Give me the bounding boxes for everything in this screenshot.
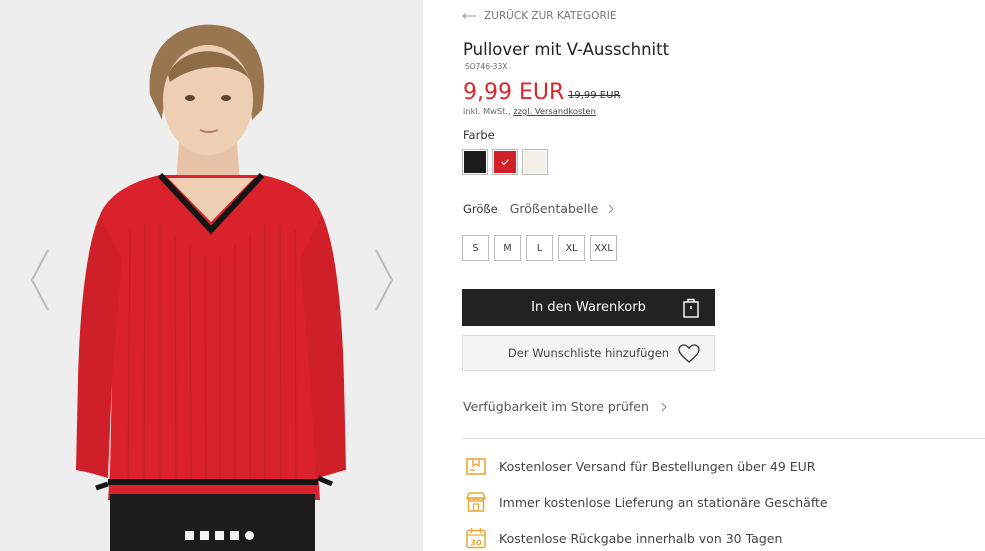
benefit-text: Kostenlose Rückgabe innerhalb von 30 Tag… [499, 530, 783, 546]
benefit-free-shipping: Kostenloser Versand für Bestellungen übe… [465, 455, 816, 477]
product-sku: SO746-33X [465, 62, 508, 71]
current-price: 9,99 EUR [463, 80, 565, 105]
add-to-cart-label: In den Warenkorb [531, 300, 646, 315]
heart-icon [678, 344, 700, 363]
size-option-xl[interactable]: XL [558, 235, 585, 261]
shipping-box-icon [466, 458, 486, 475]
chevron-right-icon [661, 402, 667, 411]
shipping-costs-link[interactable]: zzgl. Versandkosten [513, 106, 596, 116]
benefit-store-delivery: Immer kostenlose Lieferung an stationäre… [465, 491, 828, 513]
swatch-fill [494, 151, 516, 173]
gallery-dot-active[interactable] [245, 531, 254, 540]
size-option-xxl[interactable]: XXL [590, 235, 617, 261]
size-chart-label: Größentabelle [509, 201, 599, 216]
product-image-gallery [0, 0, 423, 551]
chevron-right-icon [608, 204, 614, 213]
size-option-l[interactable]: L [526, 235, 553, 261]
old-price: 19,99 EUR [568, 90, 621, 101]
size-options: S M L XL XXL [462, 235, 617, 261]
swatch-fill [524, 151, 546, 173]
gallery-dot[interactable] [200, 531, 209, 540]
add-to-wishlist-label: Der Wunschliste hinzufügen [507, 346, 670, 360]
back-to-category-link[interactable]: ZURÜCK ZUR KATEGORIE [462, 10, 616, 22]
benefit-text: Immer kostenlose Lieferung an stationäre… [499, 494, 828, 510]
color-swatch-red[interactable] [492, 149, 518, 175]
back-label: ZURÜCK ZUR KATEGORIE [484, 10, 617, 22]
gallery-dot[interactable] [215, 531, 224, 540]
product-details: ZURÜCK ZUR KATEGORIE Pullover mit V-Auss… [462, 0, 985, 551]
section-divider [462, 438, 985, 439]
tax-info: inkl. MwSt., zzgl. Versandkosten [463, 106, 596, 116]
checkmark-icon [501, 159, 509, 165]
store-icon [465, 492, 487, 512]
benefit-free-returns: 30 Kostenlose Rückgabe innerhalb von 30 … [465, 527, 782, 549]
gallery-pagination [185, 531, 254, 540]
product-photo [0, 0, 423, 551]
size-option-m[interactable]: M [494, 235, 521, 261]
arrow-left-icon [462, 13, 476, 19]
color-swatch-cream[interactable] [522, 149, 548, 175]
calendar-number: 30 [470, 538, 482, 547]
size-chart-link[interactable]: Größentabelle [510, 201, 615, 216]
swatch-fill [464, 151, 486, 173]
store-availability-link[interactable]: Verfügbarkeit im Store prüfen [463, 399, 667, 414]
benefit-text: Kostenloser Versand für Bestellungen übe… [499, 458, 816, 474]
size-option-s[interactable]: S [462, 235, 489, 261]
store-availability-label: Verfügbarkeit im Store prüfen [463, 399, 649, 414]
tax-prefix: inkl. MwSt., [463, 106, 511, 116]
size-header: Größe Größentabelle [463, 201, 614, 216]
gallery-dot[interactable] [230, 531, 239, 540]
size-label: Größe [463, 201, 498, 216]
gallery-next-button[interactable] [372, 248, 396, 312]
calendar-30-icon: 30 [466, 528, 486, 549]
add-to-wishlist-button[interactable]: Der Wunschliste hinzufügen [462, 335, 715, 371]
product-title: Pullover mit V-Ausschnitt [463, 40, 670, 59]
color-swatch-black[interactable] [462, 149, 488, 175]
gallery-dot[interactable] [185, 531, 194, 540]
add-to-cart-button[interactable]: In den Warenkorb [462, 289, 715, 326]
chevron-left-icon [30, 249, 49, 311]
color-swatches [462, 149, 548, 175]
chevron-right-icon [375, 249, 394, 311]
gallery-prev-button[interactable] [28, 248, 52, 312]
shopping-bag-icon [683, 298, 699, 318]
color-label: Farbe [463, 128, 495, 142]
